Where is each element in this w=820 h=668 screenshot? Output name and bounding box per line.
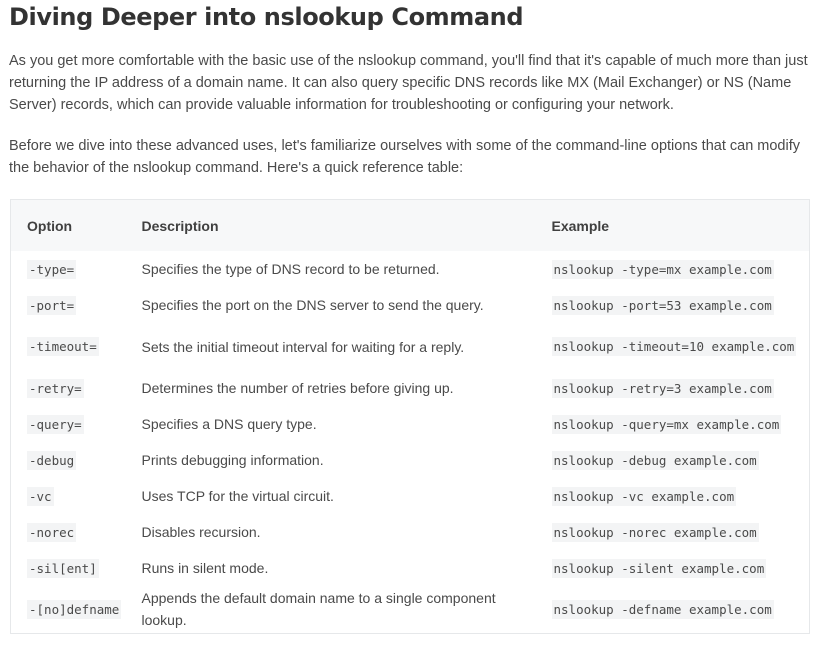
option-code: -retry=	[27, 378, 84, 398]
example-code: nslookup -vc example.com	[551, 486, 737, 506]
table-row: -port= Specifies the port on the DNS ser…	[11, 287, 810, 323]
header-description: Description	[131, 199, 542, 251]
option-code: -port=	[27, 295, 77, 315]
example-code: nslookup -silent example.com	[551, 558, 767, 578]
table-row: -[no]defname Appends the default domain …	[11, 586, 810, 633]
intro-paragraph: As you get more comfortable with the bas…	[9, 53, 808, 113]
table-row: -type= Specifies the type of DNS record …	[11, 251, 810, 287]
table-row: -query= Specifies a DNS query type. nslo…	[11, 406, 810, 442]
example-code: nslookup -debug example.com	[551, 450, 759, 470]
table-header-row: Option Description Example	[10, 199, 810, 251]
option-code: -sil[ent]	[27, 558, 99, 578]
option-description: Appends the default domain name to a sin…	[141, 590, 496, 629]
option-description: Specifies a DNS query type.	[141, 416, 317, 432]
example-code: nslookup -port=53 example.com	[551, 295, 774, 315]
option-description: Disables recursion.	[141, 524, 261, 540]
example-code: nslookup -retry=3 example.com	[551, 378, 774, 398]
table-row: -timeout= Sets the initial timeout inter…	[11, 323, 810, 370]
option-description: Runs in silent mode.	[141, 560, 269, 576]
option-description: Determines the number of retries before …	[141, 380, 454, 396]
header-example: Example	[541, 199, 810, 251]
option-description: Prints debugging information.	[141, 452, 324, 468]
header-option: Option	[10, 199, 132, 251]
example-code: nslookup -defname example.com	[551, 599, 774, 619]
option-code: -query=	[27, 414, 84, 434]
table-row: -retry= Determines the number of retries…	[11, 370, 810, 406]
article: Diving Deeper into nslookup Command As y…	[0, 0, 820, 668]
table-row: -sil[ent] Runs in silent mode. nslookup …	[11, 550, 810, 586]
example-code: nslookup -timeout=10 example.com	[551, 337, 797, 356]
option-description: Sets the initial timeout interval for wa…	[141, 338, 465, 355]
option-description: Uses TCP for the virtual circuit.	[141, 488, 334, 504]
table-row: -debug Prints debugging information. nsl…	[11, 442, 810, 478]
option-code: -vc	[27, 486, 54, 506]
example-code: nslookup -query=mx example.com	[551, 414, 782, 434]
table-row: -norec Disables recursion. nslookup -nor…	[11, 514, 810, 550]
example-code: nslookup -norec example.com	[551, 522, 759, 542]
option-code: -norec	[27, 522, 77, 542]
table-row: -vc Uses TCP for the virtual circuit. ns…	[11, 478, 810, 514]
option-description: Specifies the port on the DNS server to …	[141, 297, 484, 313]
options-reference-table: Option Description Example -type= Specif…	[10, 199, 810, 634]
section-heading: Diving Deeper into nslookup Command	[9, 3, 524, 31]
table-intro-paragraph: Before we dive into these advanced uses,…	[9, 138, 801, 176]
example-code: nslookup -type=mx example.com	[551, 259, 774, 279]
option-code: -[no]defname	[27, 599, 122, 619]
option-description: Specifies the type of DNS record to be r…	[141, 261, 440, 277]
option-code: -debug	[27, 450, 77, 470]
option-code: -timeout=	[27, 337, 99, 356]
option-code: -type=	[27, 259, 77, 279]
